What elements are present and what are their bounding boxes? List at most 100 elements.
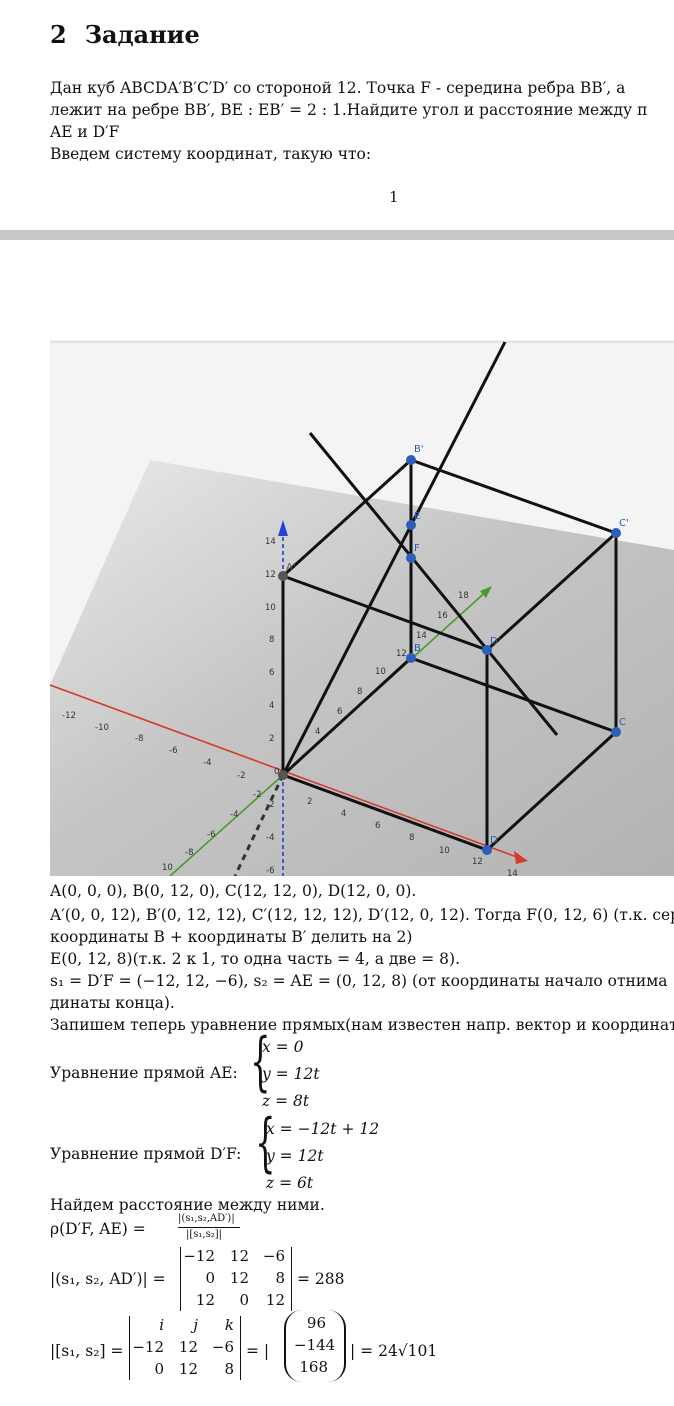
body-line-3: координаты B + координаты B′ делить на 2…	[50, 928, 413, 946]
eq2-z: z = 6t	[266, 1174, 314, 1192]
body-line-6: динаты конца).	[50, 994, 175, 1012]
eq1-label: Уравнение прямой AE:	[50, 1064, 238, 1082]
label-b1: B'	[414, 444, 424, 455]
matrix-cell: 12	[229, 1269, 249, 1287]
matrix-cell: k	[224, 1316, 234, 1334]
x-neg-tick: -12	[62, 711, 76, 721]
mixed-result: = 288	[297, 1270, 345, 1288]
point-f	[406, 553, 416, 563]
z-tick: 12	[265, 570, 276, 580]
y-neg-tick: -4	[230, 810, 238, 820]
y-neg-tick: 10	[162, 863, 173, 873]
matrix-cell: −6	[211, 1338, 234, 1356]
y-tick: 16	[437, 611, 448, 621]
section-title: 2 Задание	[50, 20, 200, 49]
body-line-8: Найдем расстояние между ними.	[50, 1196, 325, 1214]
label-e: E	[414, 511, 420, 522]
label-c1: C'	[619, 518, 629, 529]
x-neg-tick: -10	[95, 723, 109, 733]
y-tick: 10	[375, 667, 386, 677]
eq2-y: y = 12t	[266, 1147, 324, 1165]
body-line-7: Запишем теперь уравнение прямых(нам изве…	[50, 1016, 674, 1034]
matrix-cell: 12	[229, 1247, 249, 1265]
x-pos-tick: 2	[307, 797, 312, 807]
body-line-1: A(0, 0, 0), B(0, 12, 0), C(12, 12, 0), D…	[50, 882, 417, 900]
z-tick: 10	[265, 603, 276, 613]
rho-left: ρ(D′F, AE) =	[50, 1220, 146, 1238]
cube-figure-svg: 14 12 10 8 6 4 2 0 -2 -4 -6 -12 -10 -8 -…	[50, 340, 674, 876]
matrix-cell: −6	[262, 1247, 285, 1265]
matrix-cell: i	[159, 1316, 164, 1334]
matrix-cell: 12	[265, 1291, 285, 1309]
label-f: F	[414, 543, 420, 554]
z-tick: 14	[265, 537, 276, 547]
label-d: D	[490, 835, 498, 846]
label-a1: A'	[286, 562, 296, 573]
z-tick: -2	[266, 800, 274, 810]
eq1-x: x = 0	[262, 1038, 304, 1056]
y-tick: 14	[416, 631, 427, 641]
vector-cell: 96	[306, 1314, 326, 1332]
x-pos-tick: 14	[507, 869, 518, 876]
point-c	[611, 727, 621, 737]
matrix-cell: −12	[132, 1338, 164, 1356]
matrix-cell: 12	[178, 1360, 198, 1378]
x-neg-tick: -6	[169, 746, 177, 756]
vector-cell: 168	[299, 1358, 328, 1376]
z-tick: -6	[266, 866, 274, 876]
y-tick: 4	[315, 727, 320, 737]
matrix-cell: 0	[154, 1360, 164, 1378]
y-tick: 8	[357, 687, 362, 697]
eq2-x: x = −12t + 12	[266, 1120, 380, 1138]
cross-vector: 96 −144 168	[284, 1310, 346, 1382]
z-tick: 8	[269, 635, 274, 645]
y-tick: 12	[396, 649, 407, 659]
eq2-label: Уравнение прямой D′F:	[50, 1145, 242, 1163]
z-tick: 6	[269, 668, 274, 678]
intro-line-1: Дан куб ABCDA′B′C′D′ со стороной 12. Точ…	[50, 79, 626, 97]
page-number: 1	[389, 188, 399, 206]
y-neg-tick: -6	[207, 830, 215, 840]
matrix-cell: 12	[195, 1291, 215, 1309]
matrix-cell: 8	[275, 1269, 285, 1287]
x-neg-tick: -4	[203, 758, 211, 768]
point-a	[278, 770, 288, 780]
x-pos-tick: 10	[439, 846, 450, 856]
cross-left: |[s₁, s₂] =	[50, 1342, 124, 1360]
rho-denominator: |[s₁,s₂]|	[186, 1229, 223, 1240]
x-pos-tick: 4	[341, 809, 346, 819]
section-title-text: Задание	[84, 20, 200, 49]
x-pos-tick: 12	[472, 857, 483, 867]
y-neg-tick: -2	[253, 790, 261, 800]
point-b	[406, 653, 416, 663]
eq1-y: y = 12t	[262, 1065, 320, 1083]
cross-eq: = |	[246, 1342, 270, 1360]
intro-line-2: лежит на ребре BB′, BE : EB′ = 2 : 1.Най…	[50, 101, 648, 119]
point-d	[482, 845, 492, 855]
x-neg-tick: -2	[237, 771, 245, 781]
matrix-cell: 0	[205, 1269, 215, 1287]
matrix-cell: 0	[239, 1291, 249, 1309]
matrix-cell: −12	[183, 1247, 215, 1265]
page-separator	[0, 230, 674, 240]
intro-line-3: AE и D′F	[50, 123, 120, 141]
label-d1: D'	[490, 636, 500, 647]
point-b1	[406, 455, 416, 465]
x-pos-tick: 6	[375, 821, 380, 831]
body-line-5: s₁ = D′F = (−12, 12, −6), s₂ = AE = (0, …	[50, 972, 668, 990]
y-neg-tick: -8	[185, 848, 193, 858]
cross-result: | = 24√101	[350, 1342, 438, 1360]
z-tick: 2	[269, 734, 274, 744]
point-c1	[611, 528, 621, 538]
z-tick: -4	[266, 833, 274, 843]
matrix-cell: j	[193, 1316, 198, 1334]
matrix-cell: 12	[178, 1338, 198, 1356]
z-tick: 4	[269, 701, 274, 711]
y-tick: 6	[337, 707, 342, 717]
rho-fraction-bar	[178, 1227, 240, 1228]
page-1: 2 Задание Дан куб ABCDA′B′C′D′ со стороно…	[0, 0, 674, 230]
intro-line-4: Введем систему координат, такую что:	[50, 145, 372, 163]
section-number: 2	[50, 20, 67, 49]
label-c: C	[619, 717, 626, 728]
body-line-4: E(0, 12, 8)(т.к. 2 к 1, то одна часть = …	[50, 950, 461, 968]
